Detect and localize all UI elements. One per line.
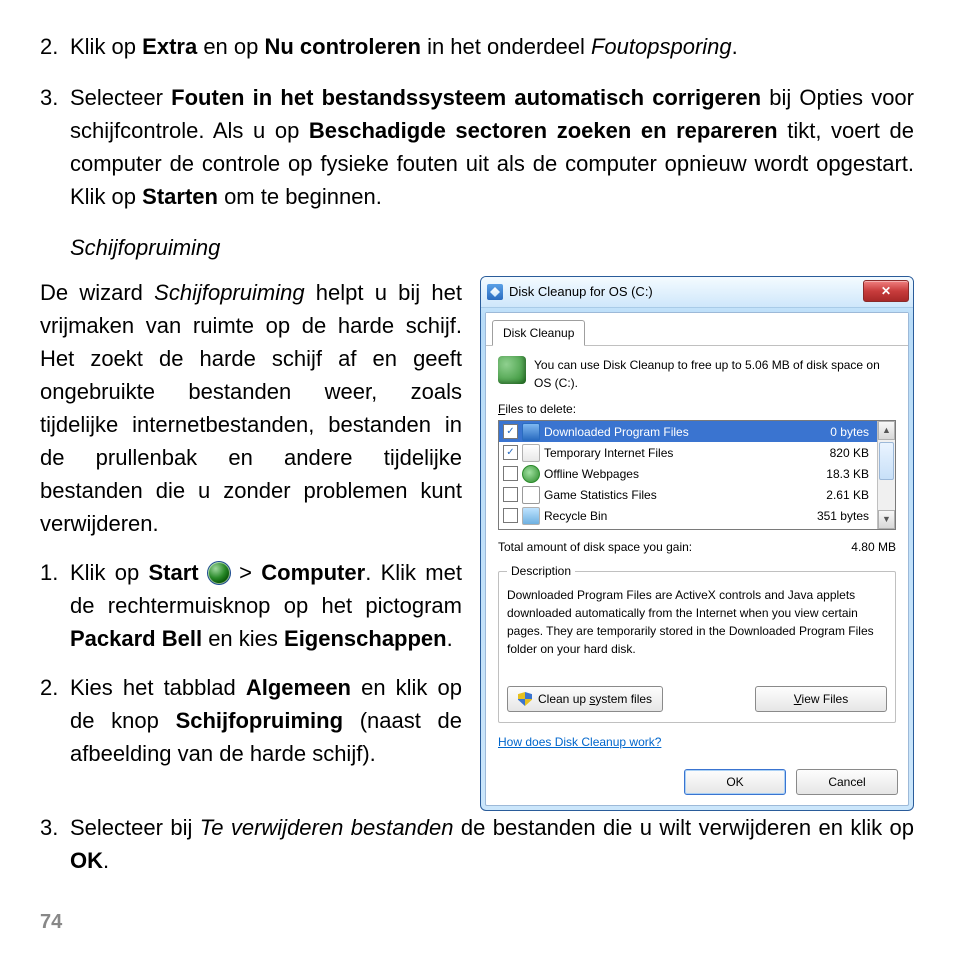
help-link[interactable]: How does Disk Cleanup work?	[498, 733, 661, 751]
files-listbox[interactable]: Downloaded Program Files0 bytesTemporary…	[498, 420, 896, 530]
total-value: 4.80 MB	[851, 538, 896, 556]
file-type-icon	[522, 444, 540, 462]
view-files-button[interactable]: View Files	[755, 686, 887, 712]
close-button[interactable]: ✕	[863, 280, 909, 302]
cancel-button[interactable]: Cancel	[796, 769, 898, 795]
file-type-icon	[522, 507, 540, 525]
file-type-icon	[522, 486, 540, 504]
file-name: Recycle Bin	[544, 507, 795, 525]
file-row[interactable]: Temporary Internet Files820 KB	[499, 442, 877, 463]
app-icon	[487, 284, 503, 300]
file-name: Downloaded Program Files	[544, 423, 795, 441]
file-checkbox[interactable]	[503, 508, 518, 523]
file-size: 18.3 KB	[799, 465, 873, 483]
tab-disk-cleanup[interactable]: Disk Cleanup	[492, 320, 585, 346]
scrollbar[interactable]: ▲ ▼	[877, 421, 895, 529]
file-checkbox[interactable]	[503, 487, 518, 502]
page-number: 74	[40, 911, 62, 934]
file-type-icon	[522, 465, 540, 483]
file-name: Temporary Internet Files	[544, 444, 795, 462]
total-label: Total amount of disk space you gain:	[498, 538, 851, 556]
subheading-schijfopruiming: Schijfopruiming	[70, 231, 914, 264]
start-orb-icon	[208, 562, 230, 584]
file-size: 2.61 KB	[799, 486, 873, 504]
sub-step-2: Kies het tabblad Algemeen en klik op de …	[40, 671, 462, 770]
file-size: 0 bytes	[799, 423, 873, 441]
file-checkbox[interactable]	[503, 445, 518, 460]
disk-cleanup-dialog: Disk Cleanup for OS (C:) ✕ Disk Cleanup …	[480, 276, 914, 811]
ok-button[interactable]: OK	[684, 769, 786, 795]
file-row[interactable]: Game Statistics Files2.61 KB	[499, 484, 877, 505]
intro-paragraph: De wizard Schijfopruiming helpt u bij he…	[40, 276, 462, 540]
shield-icon	[518, 692, 532, 706]
intro-text: You can use Disk Cleanup to free up to 5…	[534, 356, 896, 392]
file-name: Offline Webpages	[544, 465, 795, 483]
file-row[interactable]: Recycle Bin351 bytes	[499, 505, 877, 526]
cleanup-system-files-button[interactable]: Clean up system files	[507, 686, 663, 712]
file-checkbox[interactable]	[503, 424, 518, 439]
scroll-thumb[interactable]	[879, 442, 894, 480]
doc-step-2: Klik op Extra en op Nu controleren in he…	[40, 30, 914, 63]
file-type-icon	[522, 423, 540, 441]
file-name: Game Statistics Files	[544, 486, 795, 504]
window-title: Disk Cleanup for OS (C:)	[509, 282, 653, 302]
scroll-down-button[interactable]: ▼	[878, 510, 895, 529]
file-row[interactable]: Downloaded Program Files0 bytes	[499, 421, 877, 442]
file-checkbox[interactable]	[503, 466, 518, 481]
cleanup-icon	[498, 356, 526, 384]
sub-step-1: Klik op Start > Computer. Klik met de re…	[40, 556, 462, 655]
scroll-up-button[interactable]: ▲	[878, 421, 895, 440]
file-size: 351 bytes	[799, 507, 873, 525]
description-group: Description Downloaded Program Files are…	[498, 562, 896, 723]
doc-step-3: Selecteer Fouten in het bestandssysteem …	[40, 81, 914, 213]
sub-step-3: Selecteer bij Te verwijderen bestanden d…	[40, 811, 914, 877]
files-to-delete-label: Files to delete:	[498, 400, 896, 418]
file-size: 820 KB	[799, 444, 873, 462]
description-text: Downloaded Program Files are ActiveX con…	[507, 586, 887, 658]
file-row[interactable]: Offline Webpages18.3 KB	[499, 463, 877, 484]
description-legend: Description	[507, 562, 575, 580]
titlebar[interactable]: Disk Cleanup for OS (C:) ✕	[481, 277, 913, 308]
